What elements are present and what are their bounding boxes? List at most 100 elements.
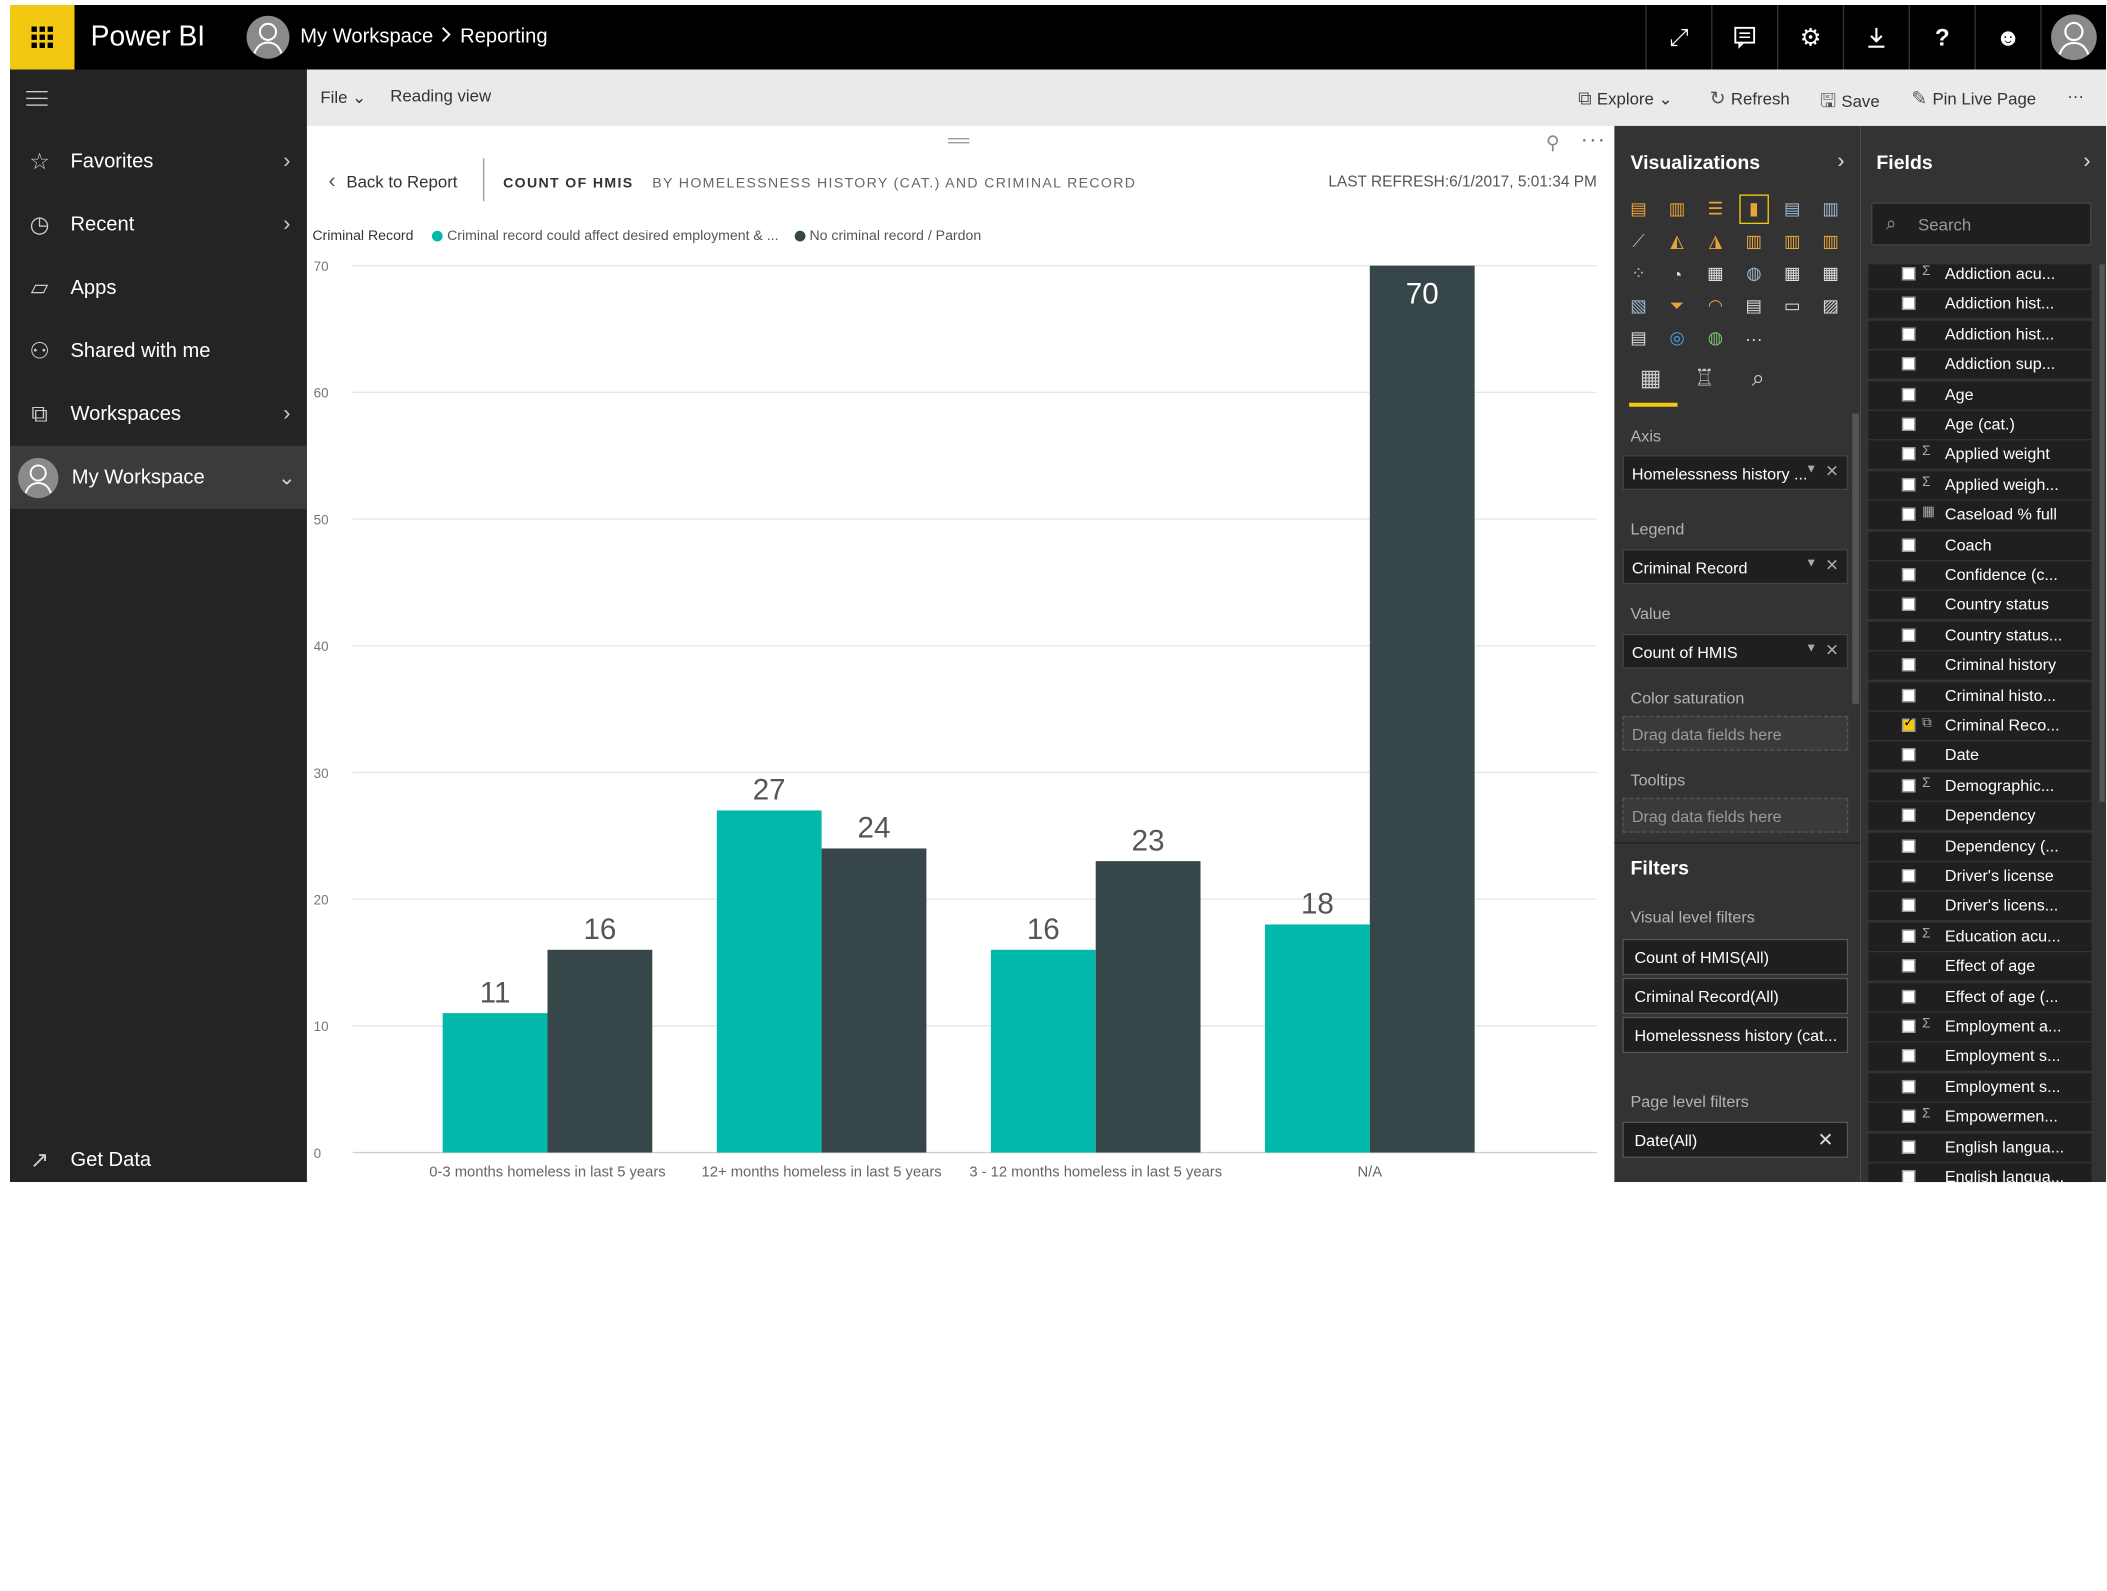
field-item[interactable]: Addiction hist... — [1868, 320, 2092, 349]
chevron-down-icon[interactable]: ⌄ — [267, 464, 307, 491]
breadcrumb-workspace[interactable]: My Workspace — [300, 25, 433, 48]
field-checkbox[interactable] — [1901, 568, 1916, 582]
area-chart-icon[interactable]: ◭ — [1664, 228, 1691, 255]
field-checkbox[interactable] — [1901, 628, 1916, 642]
field-item[interactable]: Date — [1868, 741, 2092, 771]
field-item[interactable]: Country status — [1868, 591, 2092, 620]
field-checkbox[interactable] — [1901, 899, 1916, 913]
nav-favorites[interactable]: ☆ Favorites › — [10, 130, 307, 193]
field-item[interactable]: ▦ Caseload % full — [1868, 501, 2092, 530]
legend-well[interactable]: Criminal Record ▼ ✕ — [1622, 549, 1849, 585]
axis-well[interactable]: Homelessness history ... ▼ ✕ — [1622, 455, 1849, 491]
field-item[interactable]: Employment s... — [1868, 1072, 2092, 1102]
field-item[interactable]: Age — [1868, 380, 2092, 409]
dropdown-icon[interactable]: ▼ — [1805, 556, 1817, 569]
field-item[interactable]: Σ Demographic... — [1868, 771, 2092, 801]
field-item[interactable]: English langua... — [1868, 1133, 2092, 1162]
gear-icon[interactable]: ⚙ — [1776, 5, 1843, 70]
field-item[interactable]: Driver's license — [1868, 862, 2092, 891]
reading-view-button[interactable]: Reading view — [390, 87, 491, 106]
field-checkbox[interactable] — [1901, 688, 1916, 702]
bar[interactable] — [990, 949, 1096, 1153]
field-item[interactable]: Confidence (c... — [1868, 561, 2092, 590]
nav-my-workspace[interactable]: My Workspace ⌄ — [10, 445, 307, 509]
fields-scrollbar[interactable] — [2099, 264, 2105, 802]
chevron-right-icon[interactable]: › — [267, 149, 307, 173]
value-well[interactable]: Count of HMIS ▼ ✕ — [1622, 633, 1849, 669]
field-item[interactable]: Effect of age — [1868, 952, 2092, 981]
field-item[interactable]: Σ Employment a... — [1868, 1012, 2092, 1041]
filter-date[interactable]: Date(All) ✕ — [1622, 1121, 1849, 1158]
bar[interactable] — [821, 848, 927, 1153]
tooltips-well[interactable]: Drag data fields here — [1622, 797, 1849, 833]
field-item[interactable]: Effect of age (... — [1868, 982, 2092, 1011]
bar[interactable] — [716, 810, 822, 1153]
nav-apps[interactable]: ▱ Apps — [10, 256, 307, 319]
chevron-right-icon[interactable]: › — [1837, 150, 1844, 174]
field-item[interactable]: Σ Applied weight — [1868, 440, 2092, 470]
field-checkbox[interactable] — [1901, 808, 1916, 823]
nav-shared-with-me[interactable]: ⚇ Shared with me — [10, 319, 307, 382]
gauge-icon[interactable]: ◠ — [1702, 293, 1729, 320]
field-item[interactable]: Σ Applied weigh... — [1868, 470, 2092, 500]
kpi-icon[interactable]: ▨ — [1817, 293, 1844, 320]
download-icon[interactable] — [1842, 5, 1909, 70]
matrix-icon[interactable]: ▦ — [1817, 260, 1844, 287]
field-checkbox[interactable] — [1901, 1139, 1916, 1154]
field-checkbox[interactable] — [1901, 1019, 1916, 1033]
viz-scrollbar[interactable] — [1852, 413, 1859, 704]
bar[interactable] — [1095, 861, 1201, 1153]
field-item[interactable]: Dependency (... — [1868, 832, 2092, 861]
chevron-right-icon[interactable]: › — [2083, 150, 2090, 174]
funnel-icon[interactable]: ⏷ — [1664, 293, 1691, 320]
table-icon[interactable]: ▦ — [1779, 260, 1806, 287]
bar[interactable] — [547, 949, 653, 1153]
chevron-right-icon[interactable]: › — [267, 213, 307, 237]
fields-tab-icon[interactable]: ▦ — [1631, 365, 1671, 403]
format-roller-icon[interactable]: ♖ — [1684, 365, 1724, 403]
pie-icon[interactable]: ◔ — [1664, 260, 1691, 287]
more-options-button[interactable]: ··· — [2067, 87, 2084, 106]
breadcrumb-page[interactable]: Reporting — [460, 25, 547, 48]
ribbon-chart-icon[interactable]: ▥ — [1817, 228, 1844, 255]
field-checkbox[interactable] — [1901, 959, 1916, 973]
app-launcher-button[interactable] — [10, 5, 75, 70]
field-checkbox[interactable] — [1901, 658, 1916, 672]
user-menu-button[interactable] — [2040, 5, 2106, 70]
nav-workspaces[interactable]: ⧉ Workspaces › — [10, 383, 307, 446]
remove-icon[interactable]: ✕ — [1825, 556, 1839, 575]
filter-count-of-hmis[interactable]: Count of HMIS(All) — [1622, 938, 1849, 976]
remove-icon[interactable]: ✕ — [1825, 462, 1839, 481]
chevron-right-icon[interactable]: › — [267, 402, 307, 426]
field-item[interactable]: Driver's licens... — [1868, 892, 2092, 921]
filter-homelessness-history[interactable]: Homelessness history (cat... — [1622, 1016, 1849, 1054]
field-checkbox[interactable] — [1901, 1109, 1916, 1124]
field-item[interactable]: ⧉ Criminal Reco... — [1868, 711, 2092, 741]
line-chart-icon[interactable]: ⟋ — [1625, 228, 1652, 255]
scatter-icon[interactable]: ⁘ — [1625, 260, 1652, 287]
field-checkbox[interactable] — [1901, 507, 1916, 522]
stacked-area-icon[interactable]: ◮ — [1702, 228, 1729, 255]
bar[interactable] — [442, 1013, 548, 1153]
field-item[interactable]: Σ Addiction acu... — [1868, 264, 2092, 289]
field-item[interactable]: Country status... — [1868, 621, 2092, 650]
field-checkbox[interactable] — [1901, 778, 1916, 793]
field-item[interactable]: Coach — [1868, 531, 2092, 560]
field-checkbox[interactable] — [1901, 1169, 1916, 1183]
filter-criminal-record[interactable]: Criminal Record(All) — [1622, 977, 1849, 1015]
field-checkbox[interactable] — [1901, 327, 1916, 341]
field-checkbox[interactable] — [1901, 838, 1916, 853]
field-item[interactable]: Age (cat.) — [1868, 410, 2092, 440]
field-checkbox[interactable] — [1901, 1079, 1916, 1094]
stacked-column-icon[interactable]: ▥ — [1664, 196, 1691, 223]
field-checkbox[interactable] — [1901, 989, 1916, 1003]
field-checkbox[interactable] — [1901, 929, 1916, 943]
field-item[interactable]: Addiction hist... — [1868, 290, 2092, 319]
comment-icon[interactable] — [1711, 5, 1777, 70]
filled-map-icon[interactable]: ▧ — [1625, 293, 1652, 320]
pin-live-page-button[interactable]: ✎ Pin Live Page — [1911, 87, 2036, 110]
dropdown-icon[interactable]: ▼ — [1805, 462, 1817, 475]
field-checkbox[interactable] — [1901, 447, 1916, 462]
line-column-icon[interactable]: ▥ — [1740, 228, 1767, 255]
treemap-icon[interactable]: ▦ — [1702, 260, 1729, 287]
